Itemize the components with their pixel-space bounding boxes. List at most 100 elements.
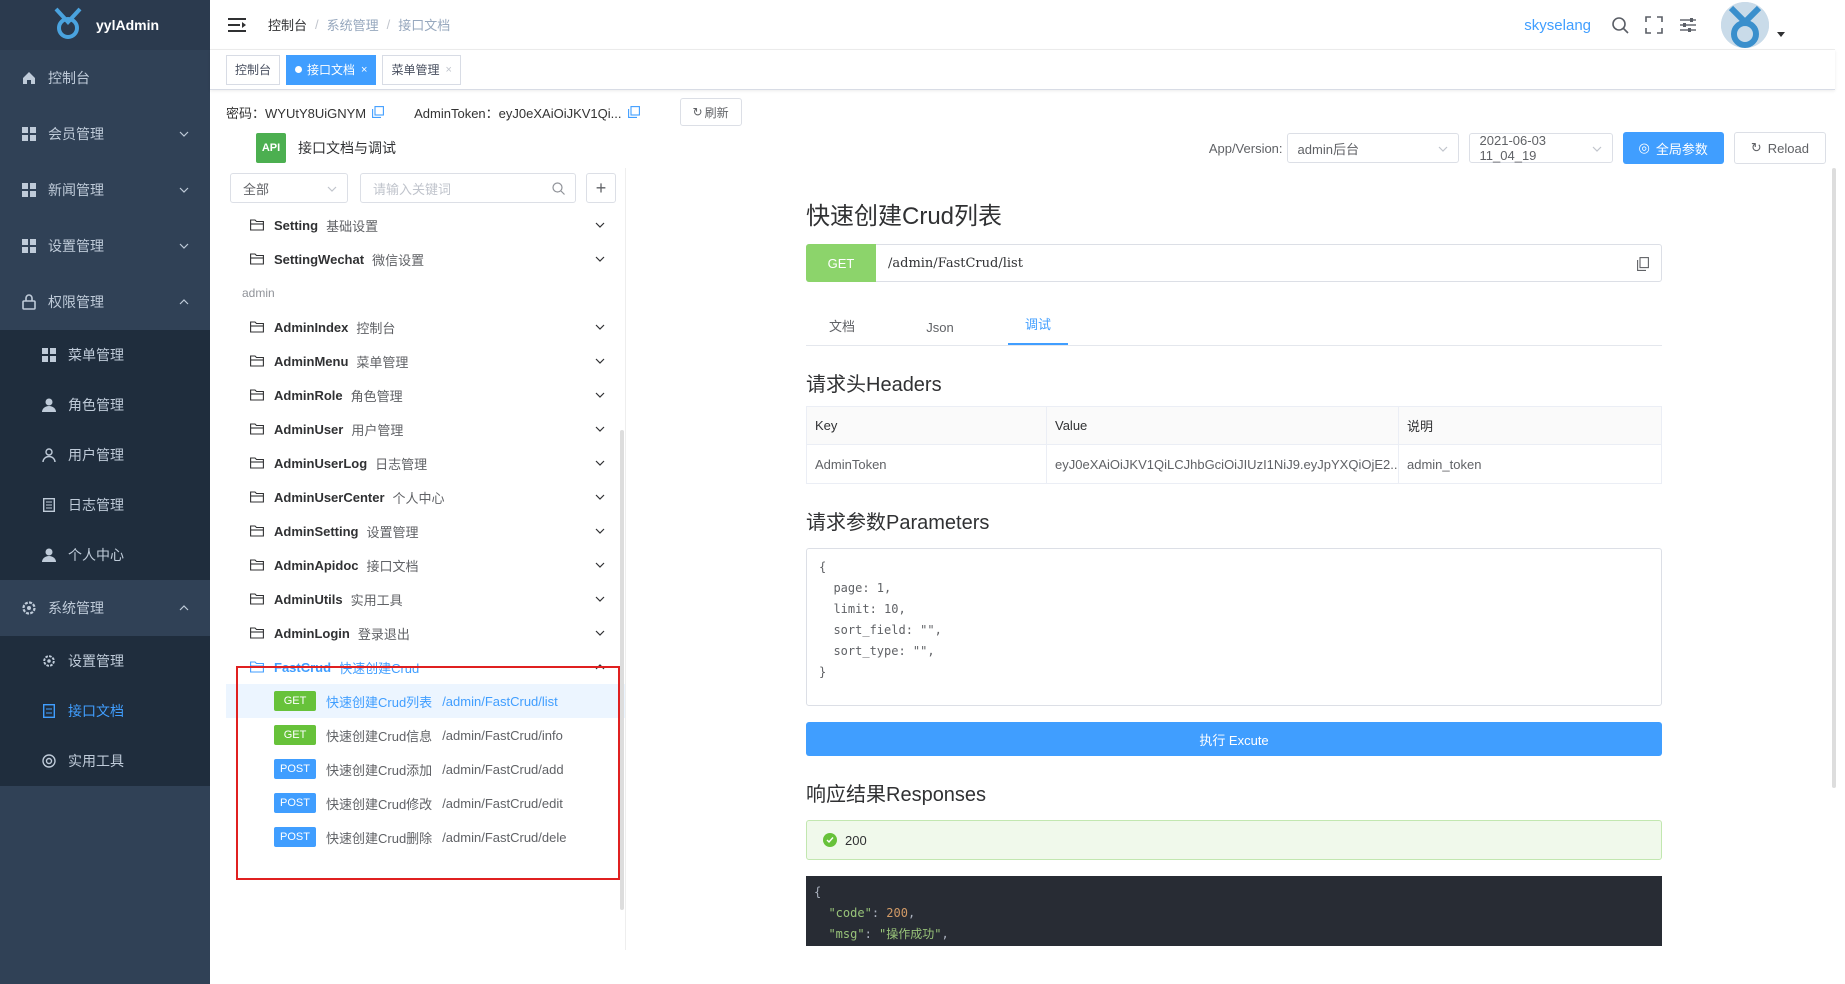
tab-docs[interactable]: 文档 bbox=[812, 316, 872, 345]
global-params-button[interactable]: ◎ 全局参数 bbox=[1622, 132, 1724, 164]
execute-button[interactable]: 执行 Excute bbox=[806, 722, 1662, 756]
hamburger-icon[interactable] bbox=[228, 17, 246, 32]
close-icon[interactable]: × bbox=[361, 64, 367, 76]
folder-open-icon bbox=[250, 661, 264, 673]
caret-down-icon[interactable] bbox=[1777, 32, 1785, 38]
sidebar: yylAdmin 控制台 会员管理 新闻管理 设置管理 权限管理 菜单管理 角色… bbox=[0, 0, 210, 984]
sidebar-item-dashboard[interactable]: 控制台 bbox=[0, 50, 210, 106]
tag-label: 控制台 bbox=[235, 63, 272, 77]
username-link[interactable]: skyselang bbox=[1524, 17, 1591, 34]
tree-group-item[interactable]: AdminApidoc 接口文档 bbox=[226, 548, 625, 582]
header-key-cell[interactable]: AdminToken bbox=[807, 445, 1047, 483]
resp-key: "code" bbox=[828, 906, 872, 920]
sidebar-item-personal-center[interactable]: 个人中心 bbox=[0, 530, 210, 580]
sidebar-item-permissions[interactable]: 权限管理 bbox=[0, 274, 210, 330]
resp-value: 200 bbox=[886, 906, 908, 920]
tree-group-item[interactable]: AdminUtils 实用工具 bbox=[226, 582, 625, 616]
app-select[interactable]: admin后台 bbox=[1286, 133, 1459, 163]
sidebar-item-system-settings[interactable]: 设置管理 bbox=[0, 636, 210, 686]
tree-group-item[interactable]: SettingWechat 微信设置 bbox=[226, 242, 625, 276]
globe-icon: ◎ bbox=[1638, 140, 1650, 155]
app-logo[interactable]: yylAdmin bbox=[0, 0, 210, 50]
avatar[interactable] bbox=[1721, 2, 1769, 48]
copy-icon[interactable] bbox=[1637, 257, 1649, 271]
sidebar-item-label: 设置管理 bbox=[68, 653, 124, 669]
group-desc: 接口文档 bbox=[366, 558, 419, 574]
header-desc-cell[interactable]: admin_token bbox=[1399, 445, 1661, 483]
group-name: AdminApidoc bbox=[274, 557, 359, 573]
sidebar-item-user-manage[interactable]: 用户管理 bbox=[0, 430, 210, 480]
api-list-item[interactable]: POST 快速创建Crud添加/admin/FastCrud/add bbox=[226, 752, 625, 786]
group-name: FastCrud bbox=[274, 659, 332, 675]
sidebar-item-members[interactable]: 会员管理 bbox=[0, 106, 210, 162]
search-icon[interactable] bbox=[1611, 16, 1629, 34]
tab-json[interactable]: Json bbox=[910, 320, 970, 345]
fullscreen-icon[interactable] bbox=[1645, 16, 1663, 34]
tree-group-item[interactable]: Setting 基础设置 bbox=[226, 208, 625, 242]
copy-icon[interactable] bbox=[627, 106, 640, 118]
tree-group-item[interactable]: AdminUserCenter 个人中心 bbox=[226, 480, 625, 514]
params-textarea[interactable]: { page: 1, limit: 10, sort_field: "", so… bbox=[806, 548, 1662, 706]
api-logo: API bbox=[256, 133, 286, 163]
tree-section-label: admin bbox=[242, 286, 275, 300]
tree-group-item[interactable]: AdminUserLog 日志管理 bbox=[226, 446, 625, 480]
tab-debug[interactable]: 调试 bbox=[1008, 314, 1068, 345]
url-bar: GET /admin/FastCrud/list bbox=[806, 244, 1662, 282]
group-name: AdminRole bbox=[274, 387, 343, 403]
settings-sliders-icon[interactable] bbox=[1679, 16, 1697, 34]
tree-filter-select[interactable]: 全部 bbox=[230, 173, 348, 203]
document-icon bbox=[40, 702, 58, 720]
close-icon[interactable]: × bbox=[445, 64, 451, 76]
tree-group-item[interactable]: AdminUser 用户管理 bbox=[226, 412, 625, 446]
sidebar-item-log-manage[interactable]: 日志管理 bbox=[0, 480, 210, 530]
tree-group-item[interactable]: AdminRole 角色管理 bbox=[226, 378, 625, 412]
reload-button[interactable]: ↻ Reload bbox=[1733, 132, 1826, 164]
chevron-down-icon bbox=[595, 256, 605, 262]
url-text: /admin/FastCrud/list bbox=[888, 255, 1023, 271]
header-value-cell[interactable]: eyJ0eXAiOiJKV1QiLCJhbGciOiJIUzI1NiJ9.eyJ… bbox=[1047, 445, 1399, 483]
sidebar-item-apidoc[interactable]: 接口文档 bbox=[0, 686, 210, 736]
folder-icon bbox=[250, 253, 264, 265]
folder-icon bbox=[250, 491, 264, 503]
tree-group-fastcrud[interactable]: FastCrud 快速创建Crud bbox=[226, 650, 625, 684]
sidebar-item-settings[interactable]: 设置管理 bbox=[0, 218, 210, 274]
breadcrumb-item[interactable]: 控制台 bbox=[268, 15, 307, 34]
tag-dashboard[interactable]: 控制台 bbox=[226, 54, 281, 85]
table-row: AdminToken eyJ0eXAiOiJKV1QiLCJhbGciOiJIU… bbox=[807, 445, 1661, 483]
group-desc: 个人中心 bbox=[392, 490, 445, 506]
tag-apidoc[interactable]: 接口文档 × bbox=[286, 54, 377, 85]
check-circle-icon bbox=[823, 833, 837, 847]
sidebar-item-news[interactable]: 新闻管理 bbox=[0, 162, 210, 218]
add-button[interactable]: + bbox=[586, 173, 616, 203]
user-outline-icon bbox=[40, 446, 58, 464]
copy-icon[interactable] bbox=[372, 106, 385, 118]
api-list-item[interactable]: GET 快速创建Crud信息/admin/FastCrud/info bbox=[226, 718, 625, 752]
doc-scrollbar[interactable] bbox=[1832, 168, 1836, 788]
api-list-item[interactable]: POST 快速创建Crud删除/admin/FastCrud/dele bbox=[226, 820, 625, 854]
sidebar-item-utils[interactable]: 实用工具 bbox=[0, 736, 210, 786]
tree-group-item[interactable]: AdminLogin 登录退出 bbox=[226, 616, 625, 650]
tree-scrollbar[interactable] bbox=[620, 430, 624, 910]
credentials-bar: 密码：WYUtY8UiGNYM AdminToken：eyJ0eXAiOiJKV… bbox=[226, 97, 742, 127]
group-name: AdminLogin bbox=[274, 625, 350, 641]
refresh-button[interactable]: ↻ 刷新 bbox=[679, 98, 742, 126]
sidebar-item-system[interactable]: 系统管理 bbox=[0, 580, 210, 636]
sidebar-item-label: 接口文档 bbox=[68, 703, 124, 719]
group-desc: 登录退出 bbox=[357, 626, 410, 642]
api-list-item[interactable]: GET 快速创建Crud列表/admin/FastCrud/list bbox=[226, 684, 625, 718]
tag-menu[interactable]: 菜单管理 × bbox=[382, 54, 461, 85]
tree-search-input[interactable]: 请输入关键词 bbox=[360, 173, 576, 203]
apidoc-title: 接口文档与调试 bbox=[298, 140, 396, 156]
group-desc: 菜单管理 bbox=[356, 354, 409, 370]
sidebar-item-role-manage[interactable]: 角色管理 bbox=[0, 380, 210, 430]
refresh-icon: ↻ bbox=[692, 105, 703, 119]
api-list-item[interactable]: POST 快速创建Crud修改/admin/FastCrud/edit bbox=[226, 786, 625, 820]
version-select[interactable]: 2021-06-03 11_04_19 bbox=[1468, 133, 1613, 163]
tree-group-item[interactable]: AdminMenu 菜单管理 bbox=[226, 344, 625, 378]
group-name: AdminUserLog bbox=[274, 455, 368, 471]
app-version-label: App/Version: bbox=[1208, 140, 1283, 156]
tree-group-item[interactable]: AdminIndex 控制台 bbox=[226, 310, 625, 344]
tree-group-item[interactable]: AdminSetting 设置管理 bbox=[226, 514, 625, 548]
sidebar-item-menu-manage[interactable]: 菜单管理 bbox=[0, 330, 210, 380]
tree-filter-bar: 全部 请输入关键词 + bbox=[226, 168, 625, 208]
